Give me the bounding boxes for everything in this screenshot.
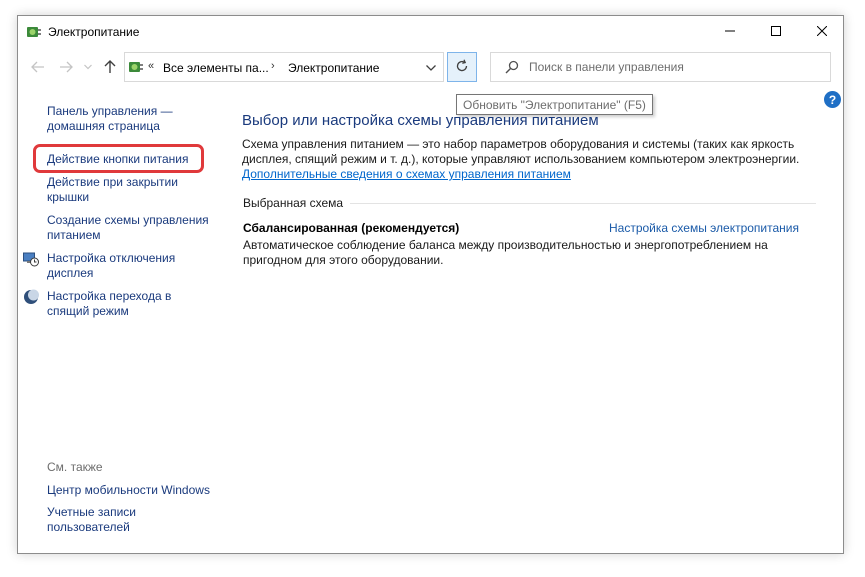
sidebar-link-lid-close-action[interactable]: Действие при закрытии крышки	[47, 175, 212, 205]
section-divider	[350, 203, 816, 204]
breadcrumb-power-options[interactable]: Электропитание	[288, 61, 379, 75]
maximize-button[interactable]	[753, 16, 799, 47]
sidebar-link-display-off[interactable]: Настройка отключения дисплея	[47, 251, 212, 281]
sidebar-link-create-power-plan[interactable]: Создание схемы управления питанием	[47, 213, 212, 243]
power-options-window: Электропитание « Все элементы па... › Эл…	[17, 15, 844, 554]
search-input[interactable]	[529, 58, 819, 76]
sidebar-link-user-accounts[interactable]: Учетные записи пользователей	[47, 505, 212, 535]
plan-name: Сбалансированная (рекомендуется)	[243, 221, 460, 235]
plan-description: Автоматическое соблюдение баланса между …	[243, 238, 768, 267]
task-pane: Панель управления — домашняя страница Де…	[18, 16, 218, 553]
close-icon	[816, 25, 828, 39]
help-icon[interactable]: ?	[824, 91, 841, 108]
sidebar-link-mobility-center[interactable]: Центр мобильности Windows	[47, 483, 222, 498]
sidebar-link-sleep-settings[interactable]: Настройка перехода в спящий режим	[47, 289, 212, 319]
refresh-button[interactable]	[447, 52, 477, 82]
highlight-annotation	[33, 144, 204, 173]
search-box[interactable]	[490, 52, 831, 82]
moon-icon	[23, 289, 39, 305]
monitor-clock-icon	[23, 251, 39, 267]
selected-plan-label: Выбранная схема	[243, 196, 344, 210]
page-title: Выбор или настройка схемы управления пит…	[242, 112, 599, 129]
breadcrumb-separator[interactable]: ›	[271, 60, 275, 72]
maximize-icon	[771, 25, 781, 39]
svg-text:?: ?	[829, 93, 836, 107]
page-description: Схема управления питанием — это набор па…	[242, 137, 800, 166]
plan-settings-link[interactable]: Настройка схемы электропитания	[609, 221, 799, 235]
power-plans-info-link[interactable]: Дополнительные сведения о схемах управле…	[242, 167, 571, 181]
chevron-down-icon[interactable]	[423, 60, 439, 76]
minimize-button[interactable]	[707, 16, 753, 47]
refresh-icon	[455, 59, 469, 76]
minimize-icon	[725, 25, 735, 39]
search-icon	[505, 60, 521, 76]
sidebar-link-control-panel-home[interactable]: Панель управления — домашняя страница	[47, 104, 212, 134]
see-also-label: См. также	[47, 460, 103, 474]
close-button[interactable]	[799, 16, 845, 47]
